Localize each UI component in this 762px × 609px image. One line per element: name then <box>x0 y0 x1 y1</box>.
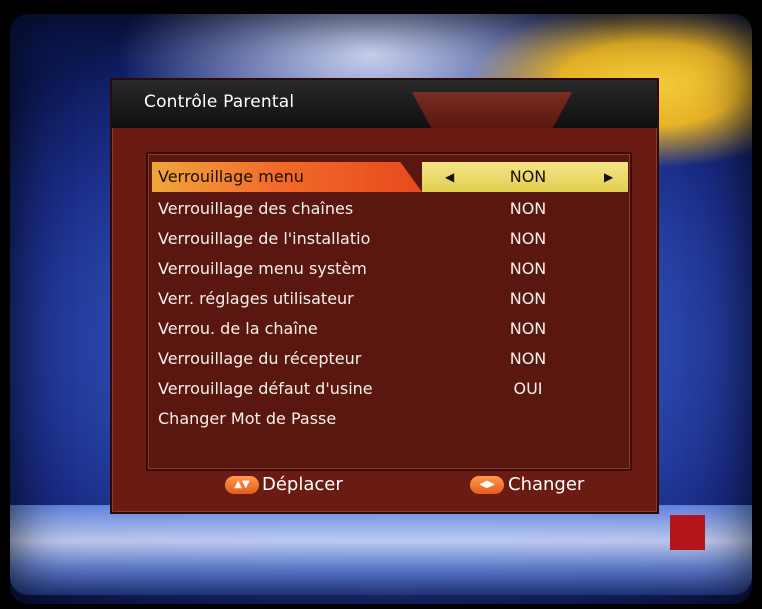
header-tab-notch <box>412 92 572 128</box>
page-title: Contrôle Parental <box>144 92 295 112</box>
menu-item-label: Verrou. de la chaîne <box>158 319 318 338</box>
menu-item-channel-lock-short[interactable]: Verrou. de la chaîne NON <box>152 315 628 343</box>
left-right-button-icon: ◀▶ <box>470 476 504 494</box>
menu-item-value: NON <box>509 199 547 218</box>
menu-item-installation-lock[interactable]: Verrouillage de l'installatio NON <box>152 225 628 253</box>
menu-item-label: Verr. réglages utilisateur <box>158 289 354 308</box>
panel-header: Contrôle Parental <box>112 80 657 128</box>
menu-item-label: Changer Mot de Passe <box>158 409 337 428</box>
red-indicator-square <box>670 515 705 550</box>
menu-item-label: Verrouillage du récepteur <box>158 349 362 368</box>
up-down-button-icon: ▲▼ <box>225 476 259 494</box>
change-hint-label: Changer <box>508 474 585 495</box>
menu-item-value: NON <box>509 259 547 278</box>
move-hint-label: Déplacer <box>262 474 343 495</box>
menu-item-value: OUI <box>513 379 543 398</box>
menu-item-value: NON <box>509 349 547 368</box>
menu-item-user-settings-lock[interactable]: Verr. réglages utilisateur NON <box>152 285 628 313</box>
menu-item-value: NON <box>509 229 547 248</box>
menu-item-value: NON <box>509 289 547 308</box>
arrow-right-icon[interactable]: ▶ <box>604 170 613 184</box>
menu-item-label: Verrouillage des chaînes <box>158 199 354 218</box>
menu-item-label: Verrouillage menu <box>158 167 304 186</box>
menu-item-label: Verrouillage de l'installatio <box>158 229 371 248</box>
menu-item-receiver-lock[interactable]: Verrouillage du récepteur NON <box>152 345 628 373</box>
menu-item-factory-default-lock[interactable]: Verrouillage défaut d'usine OUI <box>152 375 628 403</box>
menu-item-label: Verrouillage défaut d'usine <box>158 379 373 398</box>
menu-item-system-menu-lock[interactable]: Verrouillage menu systèm NON <box>152 255 628 283</box>
parental-control-panel: Contrôle Parental Verrouillage menu ◀ NO… <box>110 78 659 514</box>
menu-item-value: NON <box>509 167 547 186</box>
arrow-left-icon[interactable]: ◀ <box>445 170 454 184</box>
menu-item-value: NON <box>509 319 547 338</box>
menu-item-label: Verrouillage menu systèm <box>158 259 367 278</box>
menu-item-menu-lock[interactable]: Verrouillage menu ◀ NON ▶ <box>152 162 628 192</box>
footer-hints: ▲▼ Déplacer ◀▶ Changer <box>110 470 655 504</box>
menu-item-channel-lock[interactable]: Verrouillage des chaînes NON <box>152 195 628 223</box>
menu-item-change-password[interactable]: Changer Mot de Passe <box>152 405 628 433</box>
